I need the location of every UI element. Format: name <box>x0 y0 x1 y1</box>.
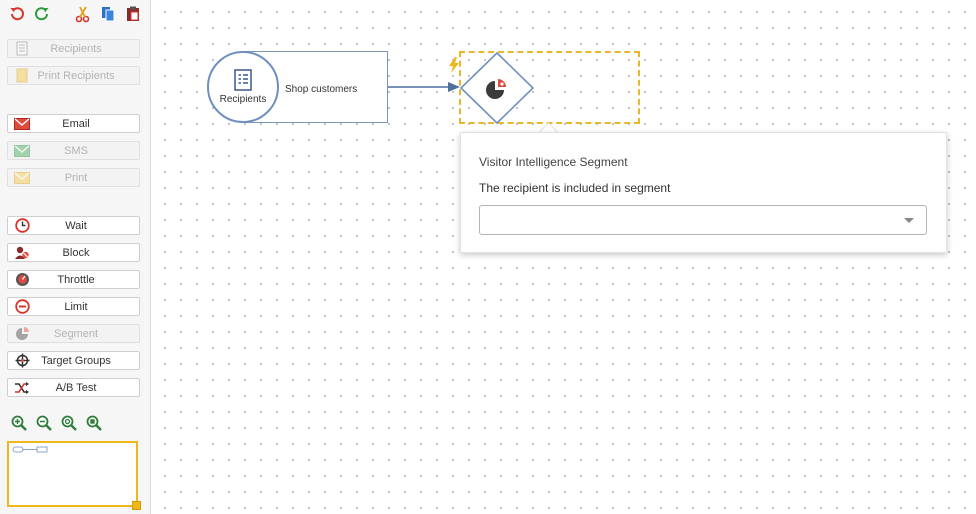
zoom-out-icon[interactable] <box>33 414 55 432</box>
shuffle-icon <box>11 379 33 396</box>
minimap[interactable] <box>7 441 141 510</box>
email-icon <box>11 115 33 132</box>
segment-icon <box>11 325 33 342</box>
target-groups-button-label: Target Groups <box>41 354 111 367</box>
throttle-button[interactable]: Throttle <box>7 270 140 289</box>
minimap-resize-handle[interactable] <box>132 501 141 510</box>
chevron-down-icon <box>904 218 914 223</box>
print-button-label: Print <box>64 171 88 184</box>
zoom-reset-icon[interactable] <box>58 414 80 432</box>
copy-icon[interactable] <box>97 3 119 25</box>
print-icon <box>11 169 33 186</box>
wait-button-label: Wait <box>65 219 87 232</box>
throttle-button-label: Throttle <box>57 273 95 286</box>
segment-select[interactable] <box>479 205 927 235</box>
recipients-node-text: Shop customers <box>285 84 358 95</box>
print-recipients-button[interactable]: Print Recipients <box>7 66 140 85</box>
sms-button[interactable]: SMS <box>7 141 140 160</box>
segment-config-popup: Visitor Intelligence Segment The recipie… <box>460 132 947 253</box>
print-recipients-button-label: Print Recipients <box>37 69 115 82</box>
wait-button[interactable]: Wait <box>7 216 140 235</box>
popup-subtitle: The recipient is included in segment <box>479 181 671 195</box>
throttle-icon <box>11 271 33 288</box>
block-button[interactable]: Block <box>7 243 140 262</box>
redo-icon[interactable] <box>31 3 53 25</box>
recipients-node[interactable]: Recipients <box>207 51 279 123</box>
block-button-label: Block <box>62 246 90 259</box>
paste-icon[interactable] <box>122 3 144 25</box>
connector-arrow <box>388 82 460 92</box>
cut-icon[interactable] <box>72 3 94 25</box>
zoom-controls <box>8 414 108 432</box>
print-recipients-icon <box>11 67 33 84</box>
recipients-list-icon <box>11 40 33 57</box>
sms-button-label: SMS <box>64 144 88 157</box>
recipients-button[interactable]: Recipients <box>7 39 140 58</box>
ab-test-button[interactable]: A/B Test <box>7 378 140 397</box>
toolbar <box>6 3 147 25</box>
zoom-in-icon[interactable] <box>8 414 30 432</box>
clock-icon <box>11 217 33 234</box>
sidebar: Recipients Print Recipients Email SMS Pr… <box>0 0 151 514</box>
recipients-node-label: Recipients <box>219 94 267 105</box>
target-groups-button[interactable]: Target Groups <box>7 351 140 370</box>
popup-title: Visitor Intelligence Segment <box>479 155 628 169</box>
limit-button-label: Limit <box>64 300 88 313</box>
sms-icon <box>11 142 33 159</box>
segment-button[interactable]: Segment <box>7 324 140 343</box>
recipients-button-label: Recipients <box>50 42 102 55</box>
undo-icon[interactable] <box>6 3 28 25</box>
limit-icon <box>11 298 33 315</box>
minimap-preview <box>12 446 48 453</box>
segment-node[interactable] <box>460 52 534 124</box>
email-button[interactable]: Email <box>7 114 140 133</box>
lightning-icon <box>449 57 459 73</box>
email-button-label: Email <box>62 117 90 130</box>
crosshair-icon <box>11 352 33 369</box>
zoom-fit-icon[interactable] <box>83 414 105 432</box>
block-icon <box>11 244 33 261</box>
ab-test-button-label: A/B Test <box>55 381 97 394</box>
segment-button-label: Segment <box>53 327 99 340</box>
limit-button[interactable]: Limit <box>7 297 140 316</box>
print-button[interactable]: Print <box>7 168 140 187</box>
recipients-list-icon <box>234 69 252 91</box>
